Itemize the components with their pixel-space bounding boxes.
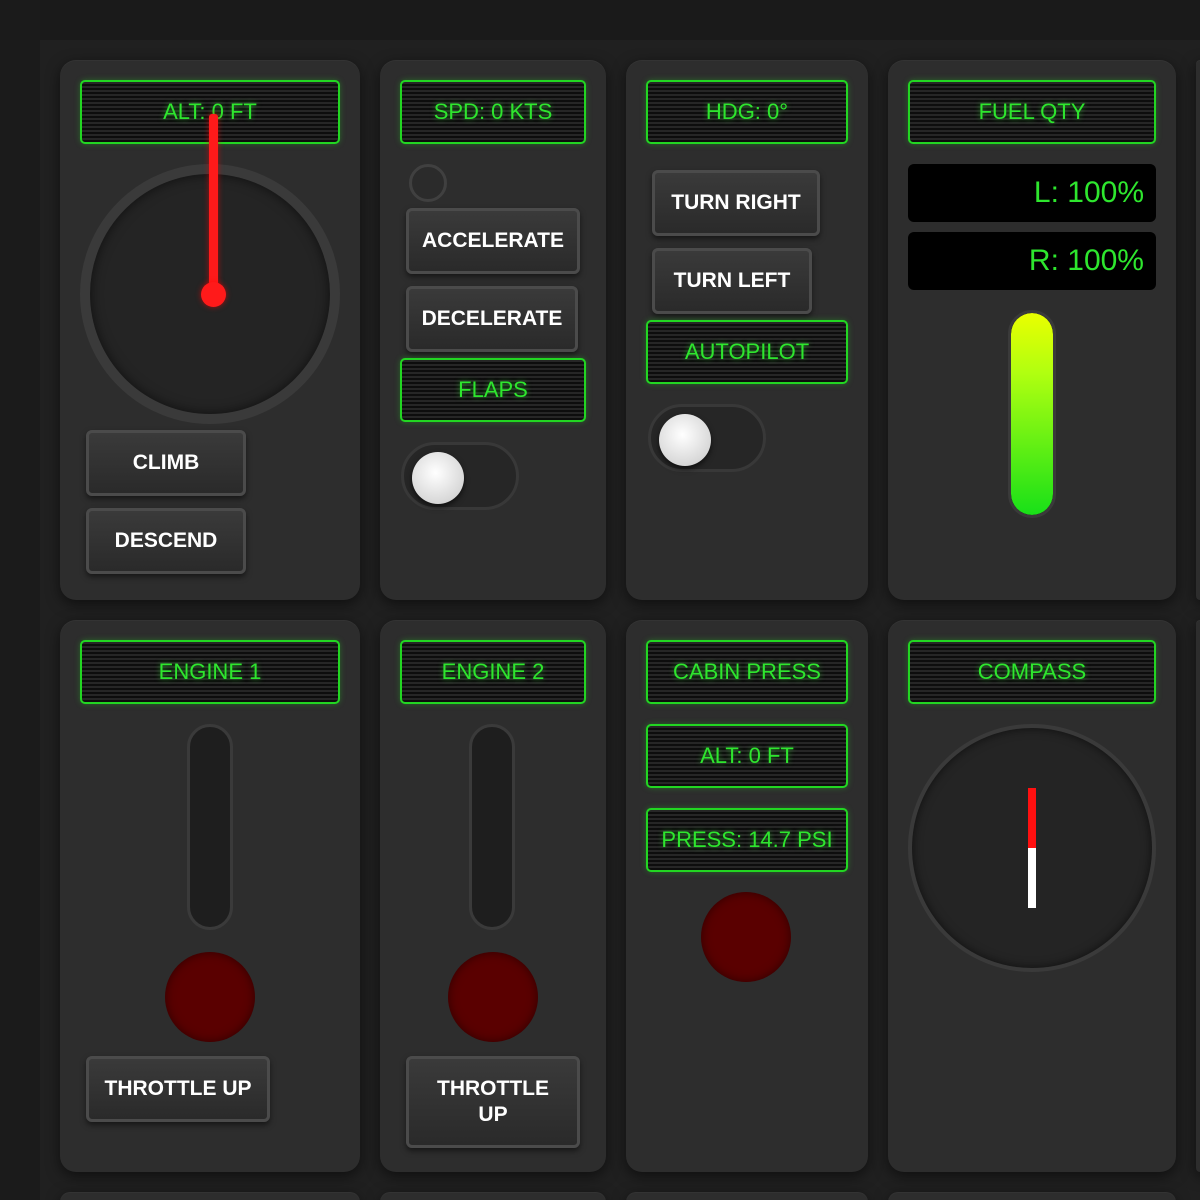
fuel-gauge-fill [1011, 313, 1053, 515]
autopilot-button[interactable]: AUTOPILOT [646, 320, 848, 384]
cabin-altitude-display: ALT: 0 FT [646, 724, 848, 788]
fuel-title: FUEL QTY [908, 80, 1156, 144]
bottom-row-panel-1 [60, 1192, 360, 1200]
cabin-title: CABIN PRESS [646, 640, 848, 704]
right-edge-panel-lower [1196, 620, 1200, 1172]
flaps-button[interactable]: FLAPS [400, 358, 586, 422]
bottom-row-panel-4 [888, 1192, 1176, 1200]
speed-display: SPD: 0 KTS [400, 80, 586, 144]
bottom-row-panel-3 [626, 1192, 868, 1200]
autopilot-toggle-knob [659, 414, 711, 466]
fuel-gauge-track [1008, 310, 1056, 518]
flaps-toggle[interactable] [401, 442, 519, 510]
climb-button[interactable]: CLIMB [86, 430, 246, 496]
engine1-title: ENGINE 1 [80, 640, 340, 704]
right-edge-panel [1196, 60, 1200, 600]
decelerate-button[interactable]: DECELERATE [406, 286, 578, 352]
engine1-throttle-up-button[interactable]: THROTTLE UP [86, 1056, 270, 1122]
heading-display: HDG: 0° [646, 80, 848, 144]
engine1-throttle-slider[interactable] [187, 724, 233, 930]
turn-left-button[interactable]: TURN LEFT [652, 248, 812, 314]
altimeter-needle [209, 114, 218, 296]
flaps-toggle-knob [412, 452, 464, 504]
descend-button[interactable]: DESCEND [86, 508, 246, 574]
cabin-pressure-display: PRESS: 14.7 PSI [646, 808, 848, 872]
compass-title: COMPASS [908, 640, 1156, 704]
accelerate-button[interactable]: ACCELERATE [406, 208, 580, 274]
turn-right-button[interactable]: TURN RIGHT [652, 170, 820, 236]
autopilot-toggle[interactable] [648, 404, 766, 472]
fuel-right-readout: R: 100% [908, 232, 1156, 290]
altimeter-needle-hub [201, 282, 226, 307]
top-strip [0, 0, 1200, 40]
compass-needle-south [1028, 848, 1036, 908]
engine1-warning-light [165, 952, 255, 1042]
engine2-warning-light [448, 952, 538, 1042]
compass-needle-north [1028, 788, 1036, 848]
engine2-throttle-up-button[interactable]: THROTTLE UP [406, 1056, 580, 1148]
speed-indicator-light [409, 164, 447, 202]
left-strip [0, 0, 40, 1200]
engine2-throttle-slider[interactable] [469, 724, 515, 930]
cabin-warning-light [701, 892, 791, 982]
fuel-left-readout: L: 100% [908, 164, 1156, 222]
engine2-title: ENGINE 2 [400, 640, 586, 704]
bottom-row-panel-2 [380, 1192, 606, 1200]
